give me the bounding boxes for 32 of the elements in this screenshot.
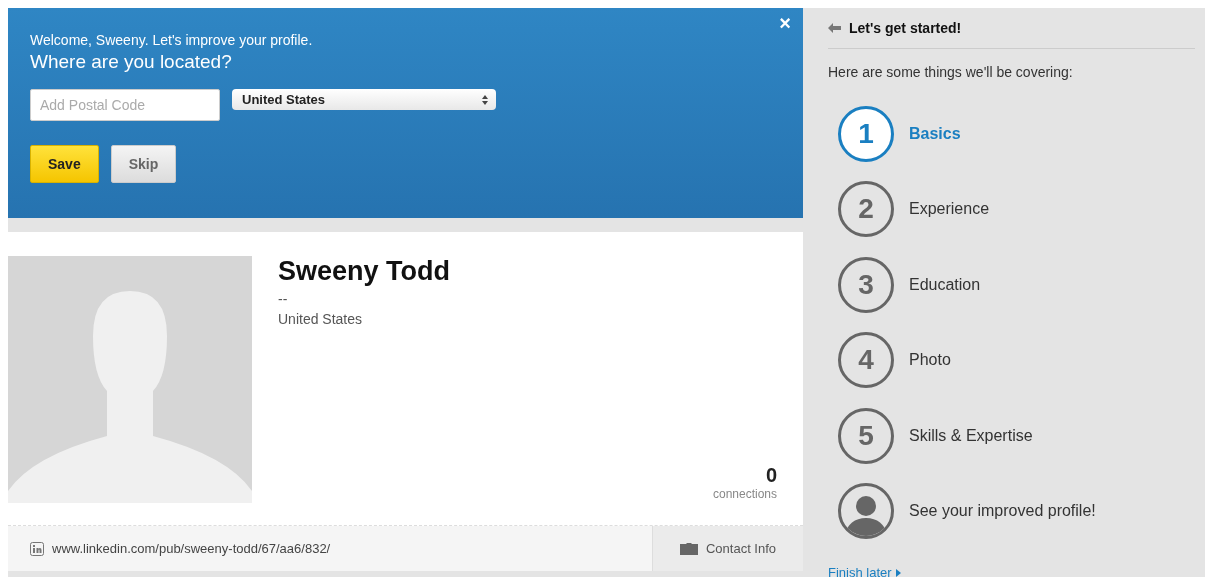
postal-code-field[interactable]: Add Postal Code — [30, 89, 220, 121]
step-number: 4 — [838, 332, 894, 389]
save-button[interactable]: Save — [30, 145, 99, 183]
welcome-text: Welcome, Sweeny. Let's improve your profile. — [30, 32, 314, 48]
step-number: 1 — [838, 105, 894, 162]
step-number: 2 — [838, 181, 894, 238]
caret-icon — [895, 568, 901, 577]
contact-info-button[interactable]: Contact Info — [652, 526, 803, 571]
step-label[interactable]: See your improved profile! — [909, 502, 1096, 521]
stepper-icon — [482, 94, 488, 105]
close-button[interactable]: × — [779, 12, 791, 35]
profile-headline: -- — [278, 291, 289, 307]
profile-location: United States — [278, 311, 364, 327]
step-label[interactable]: Experience — [909, 200, 990, 219]
connections-label: connections — [712, 487, 777, 501]
contact-card-icon — [679, 542, 698, 555]
step-number: 3 — [838, 256, 894, 313]
step-label[interactable]: Education — [909, 275, 981, 294]
profile-name: Sweeny Todd — [278, 256, 451, 287]
sidebar-intro: Here are some things we'll be covering: — [828, 64, 1074, 80]
linkedin-icon — [30, 541, 44, 556]
location-question: Where are you located? — [30, 51, 233, 73]
sidebar-title: Let's get started! — [849, 20, 962, 36]
back-arrow-icon[interactable] — [828, 23, 841, 33]
skip-button[interactable]: Skip — [110, 145, 177, 183]
step-label[interactable]: Skills & Expertise — [909, 426, 1033, 445]
finish-later-link[interactable]: Finish later — [828, 565, 901, 577]
connections-count: 0 — [765, 464, 777, 487]
step-number: 5 — [838, 407, 894, 464]
profile-url-link[interactable]: www.linkedin.com/pub/sweeny-todd/67/aa6/832/ — [8, 541, 652, 556]
country-select[interactable]: United States — [232, 89, 496, 110]
step-label[interactable]: Photo — [909, 351, 951, 370]
